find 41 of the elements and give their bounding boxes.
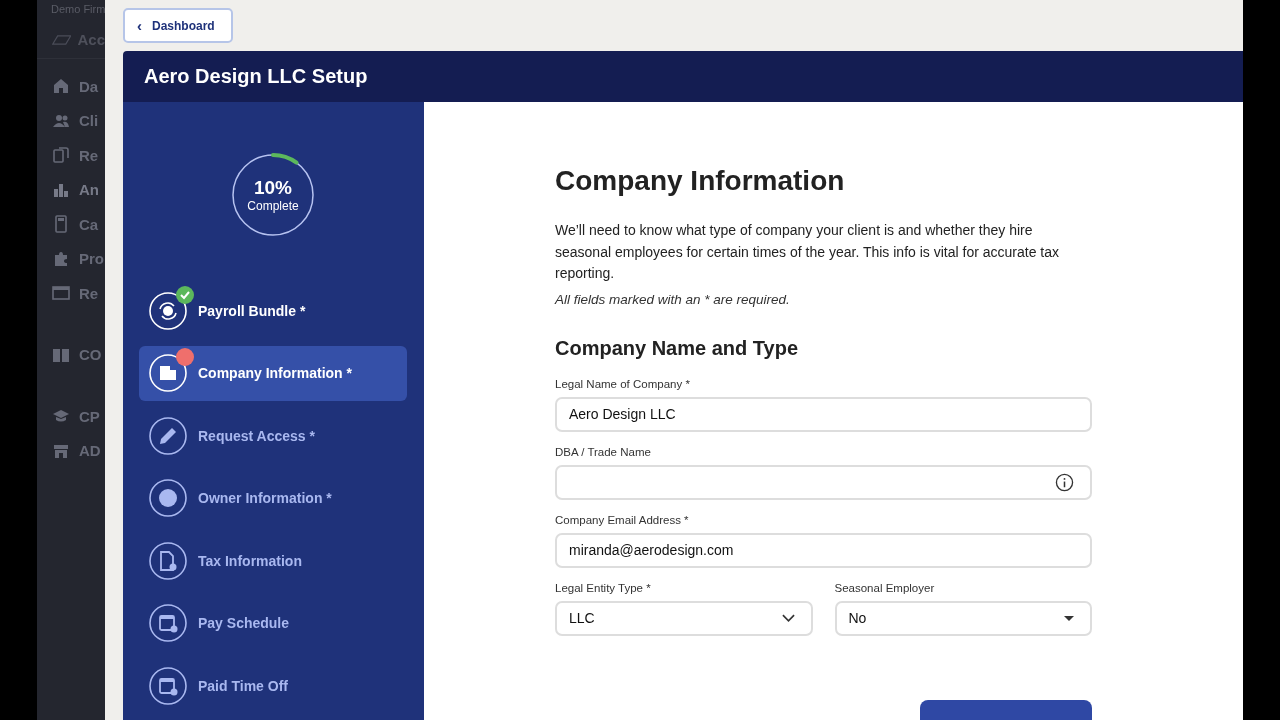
intro-text: We’ll need to know what type of company your client is and whether they hire seasonal employees for certain times of the year. This info is vital for accurate tax reporting. bbox=[555, 221, 1060, 283]
document-dollar-icon bbox=[149, 541, 187, 580]
required-note: All fields marked with an * are required. bbox=[555, 291, 791, 307]
back-button[interactable]: ‹ Dashboard bbox=[123, 8, 233, 43]
logo-icon bbox=[52, 33, 72, 46]
info-icon[interactable] bbox=[1055, 472, 1074, 492]
step-item[interactable]: Tax Information bbox=[139, 533, 407, 588]
step-item[interactable]: Paid Time Off bbox=[139, 658, 407, 713]
step-item[interactable]: Company Information * bbox=[139, 345, 407, 401]
nav-icon bbox=[52, 249, 70, 268]
nav-icon bbox=[52, 215, 70, 234]
nav-icon bbox=[52, 284, 70, 303]
dollar-cycle-icon bbox=[149, 291, 187, 330]
progress-caption: Complete bbox=[247, 199, 299, 213]
page-heading: Company Information bbox=[555, 165, 846, 197]
select-field[interactable]: LLC bbox=[555, 600, 813, 636]
field-label: Seasonal Employer bbox=[834, 581, 936, 596]
select-field[interactable]: No bbox=[834, 600, 1092, 636]
step-item[interactable]: Payroll Bundle * bbox=[139, 283, 407, 338]
field-label: Company Email Address * bbox=[555, 513, 690, 528]
calendar-dollar-icon bbox=[149, 604, 187, 642]
section-heading: Company Name and Type bbox=[555, 336, 800, 360]
step-item[interactable]: Request Access * bbox=[139, 408, 407, 463]
nav-item[interactable]: An bbox=[37, 172, 105, 207]
text-field[interactable]: miranda@aerodesign.com bbox=[555, 532, 1092, 568]
calendar-dollar-icon bbox=[149, 666, 187, 705]
nav-icon bbox=[52, 146, 70, 165]
progress-percent: 10% bbox=[254, 177, 292, 199]
caret-icon bbox=[1064, 615, 1074, 621]
field-label: Legal Entity Type * bbox=[555, 581, 652, 596]
field-label: DBA / Trade Name bbox=[555, 445, 652, 460]
field-label: Legal Name of Company * bbox=[555, 377, 691, 392]
nav-icon bbox=[52, 77, 70, 96]
status-dot-icon bbox=[176, 348, 194, 366]
step-item[interactable]: Pay Schedule bbox=[139, 595, 407, 651]
text-field[interactable]: Aero Design LLC bbox=[555, 396, 1092, 432]
chevron-down-icon bbox=[781, 614, 795, 622]
window-title: Aero Design LLC Setup bbox=[144, 65, 368, 88]
pencil-icon bbox=[149, 416, 187, 455]
step-item[interactable]: Owner Information * bbox=[139, 470, 407, 526]
text-field[interactable] bbox=[555, 464, 1092, 500]
